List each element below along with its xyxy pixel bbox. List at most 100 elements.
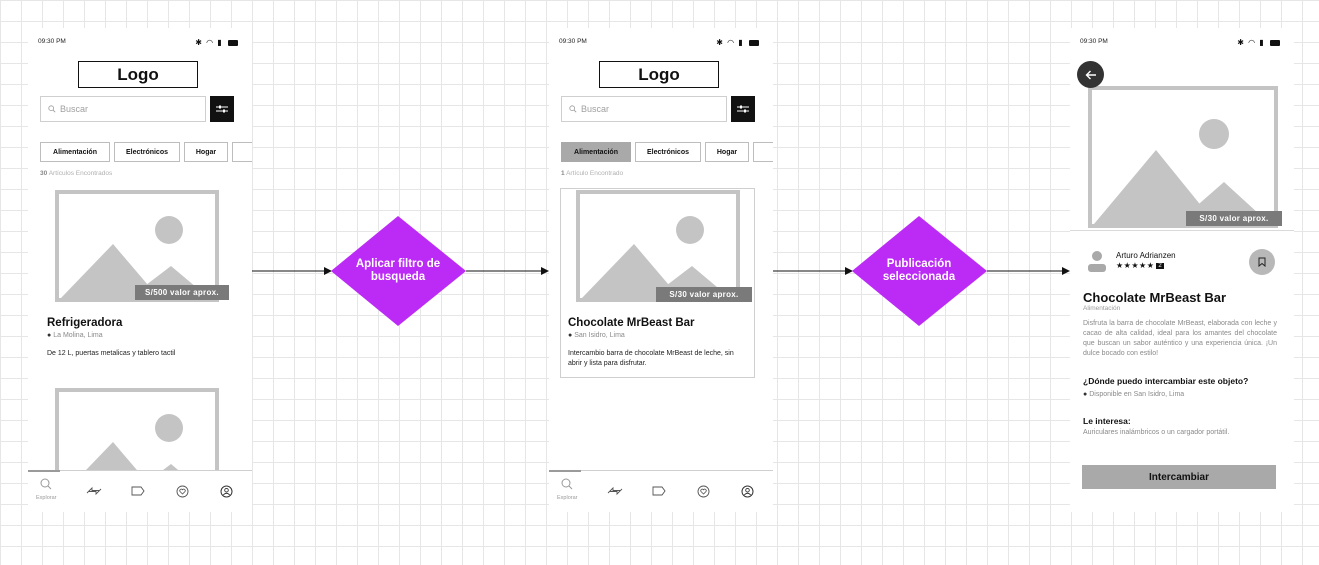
wifi-icon: ◠ — [1248, 38, 1257, 47]
battery-icon — [749, 39, 759, 46]
tab-explore-label: Explorar — [557, 495, 578, 501]
product-title: Chocolate MrBeast Bar — [1083, 290, 1227, 305]
wifi-icon: ◠ — [727, 38, 736, 47]
tab-favorites[interactable] — [174, 483, 190, 499]
search-icon — [569, 105, 577, 113]
category-chips: Alimentación Electrónicos Hogar — [40, 142, 252, 162]
tab-explore-label: Explorar — [36, 495, 57, 501]
bottom-tab-bar: Explorar — [549, 470, 773, 512]
chip-partial[interactable] — [232, 142, 252, 162]
status-bar: 09:30 PM ✱ ◠ ▮ — [38, 38, 242, 50]
screen-explore-filtered: 09:30 PM ✱ ◠ ▮ Logo Buscar Alimentación … — [549, 28, 773, 512]
divider — [1070, 230, 1294, 231]
status-time: 09:30 PM — [559, 38, 587, 45]
status-time: 09:30 PM — [38, 38, 66, 45]
status-bar: 09:30 PM ✱ ◠ ▮ — [1080, 38, 1284, 50]
star-rating-icons: ★★★★★ — [1116, 261, 1155, 270]
tab-tags[interactable] — [130, 483, 146, 499]
status-icons: ✱ ◠ ▮ — [1237, 38, 1280, 47]
wifi-icon: ◠ — [206, 38, 215, 47]
bluetooth-icon: ✱ — [716, 38, 724, 47]
search-input[interactable]: Buscar — [561, 96, 727, 122]
image-placeholder-icon — [61, 216, 209, 298]
user-circle-icon — [741, 485, 753, 497]
flow-step-selected-label: Publicación seleccionada — [882, 258, 956, 283]
search-input[interactable]: Buscar — [40, 96, 206, 122]
product-description: Intercambio barra de chocolate MrBeast d… — [568, 350, 734, 367]
tab-active-indicator — [28, 470, 60, 472]
bookmark-icon — [1258, 257, 1266, 267]
chip-electronicos[interactable]: Electrónicos — [114, 142, 180, 162]
status-time: 09:30 PM — [1080, 38, 1108, 45]
back-button[interactable] — [1077, 61, 1104, 88]
product-location: ● La Molina, Lima — [47, 332, 103, 339]
rating-count-badge: 2 — [1156, 262, 1165, 269]
seller-name[interactable]: Arturo Adrianzen — [1116, 251, 1176, 260]
location-pin-icon: ● — [1083, 391, 1088, 398]
results-count: 1 Artículo Encontrado — [561, 170, 624, 177]
product-title[interactable]: Refrigeradora — [47, 317, 122, 329]
exchange-location: ● Disponible en San Isidro, Lima — [1083, 391, 1185, 398]
tag-icon — [652, 486, 666, 496]
heart-circle-icon — [697, 485, 709, 497]
location-pin-icon: ● — [47, 332, 52, 339]
seller-rating: ★★★★★ 2 — [1116, 261, 1165, 270]
exchange-button[interactable]: Intercambiar — [1082, 465, 1276, 489]
logo: Logo — [599, 61, 719, 88]
status-icons: ✱ ◠ ▮ — [716, 38, 759, 47]
chip-hogar[interactable]: Hogar — [705, 142, 749, 162]
filter-button[interactable] — [210, 96, 234, 122]
exchange-arrows-icon — [607, 486, 623, 496]
signal-icon: ▮ — [738, 38, 744, 47]
chip-hogar[interactable]: Hogar — [184, 142, 228, 162]
product-location: ● San Isidro, Lima — [568, 332, 625, 339]
interest-value: Auriculares inalámbricos o un cargador p… — [1083, 429, 1230, 436]
search-icon — [48, 105, 56, 113]
product-title[interactable]: Chocolate MrBeast Bar — [568, 317, 695, 329]
price-tag: S/500 valor aprox. — [135, 285, 229, 300]
exchange-arrows-icon — [86, 486, 102, 496]
status-bar: 09:30 PM ✱ ◠ ▮ — [559, 38, 763, 50]
tab-favorites[interactable] — [695, 483, 711, 499]
signal-icon: ▮ — [217, 38, 223, 47]
chip-partial[interactable] — [753, 142, 773, 162]
interest-heading: Le interesa: — [1083, 416, 1131, 426]
tab-profile[interactable] — [218, 483, 234, 499]
tab-explore[interactable] — [38, 476, 54, 492]
user-icon — [1088, 251, 1106, 272]
chip-electronicos[interactable]: Electrónicos — [635, 142, 701, 162]
tab-exchange[interactable] — [607, 483, 623, 499]
bookmark-button[interactable] — [1249, 249, 1275, 275]
battery-icon — [1270, 39, 1280, 46]
signal-icon: ▮ — [1259, 38, 1265, 47]
results-count: 30 Artículos Encontrados — [40, 170, 113, 177]
status-icons: ✱ ◠ ▮ — [195, 38, 238, 47]
chip-alimentacion-active[interactable]: Alimentación — [561, 142, 631, 162]
tab-active-indicator — [549, 470, 581, 472]
sliders-icon — [737, 105, 749, 113]
product-description: Disfruta la barra de chocolate MrBeast, … — [1083, 320, 1277, 357]
tab-tags[interactable] — [651, 483, 667, 499]
tag-icon — [131, 486, 145, 496]
screen-product-detail: 09:30 PM ✱ ◠ ▮ S/30 valor aprox. Arturo … — [1070, 28, 1294, 512]
tab-profile[interactable] — [739, 483, 755, 499]
filter-button[interactable] — [731, 96, 755, 122]
heart-circle-icon — [176, 485, 188, 497]
bluetooth-icon: ✱ — [1237, 38, 1245, 47]
tab-exchange[interactable] — [86, 483, 102, 499]
flow-step-filter-label: Aplicar filtro de busqueda — [355, 258, 441, 283]
search-icon — [561, 478, 573, 490]
logo: Logo — [78, 61, 198, 88]
location-pin-icon: ● — [568, 332, 573, 339]
exchange-location-heading: ¿Dónde puedo intercambiar este objeto? — [1083, 376, 1249, 386]
screen-explore-all: 09:30 PM ✱ ◠ ▮ Logo Buscar Alimentación … — [28, 28, 252, 512]
product-hero-image — [1088, 86, 1278, 228]
product-category: Alimentación — [1083, 305, 1121, 312]
tab-explore[interactable] — [559, 476, 575, 492]
bluetooth-icon: ✱ — [195, 38, 203, 47]
image-placeholder-icon — [582, 216, 730, 298]
price-tag: S/30 valor aprox. — [1186, 211, 1282, 226]
product-image-placeholder[interactable] — [576, 190, 740, 302]
chip-alimentacion[interactable]: Alimentación — [40, 142, 110, 162]
seller-avatar[interactable] — [1087, 250, 1107, 272]
